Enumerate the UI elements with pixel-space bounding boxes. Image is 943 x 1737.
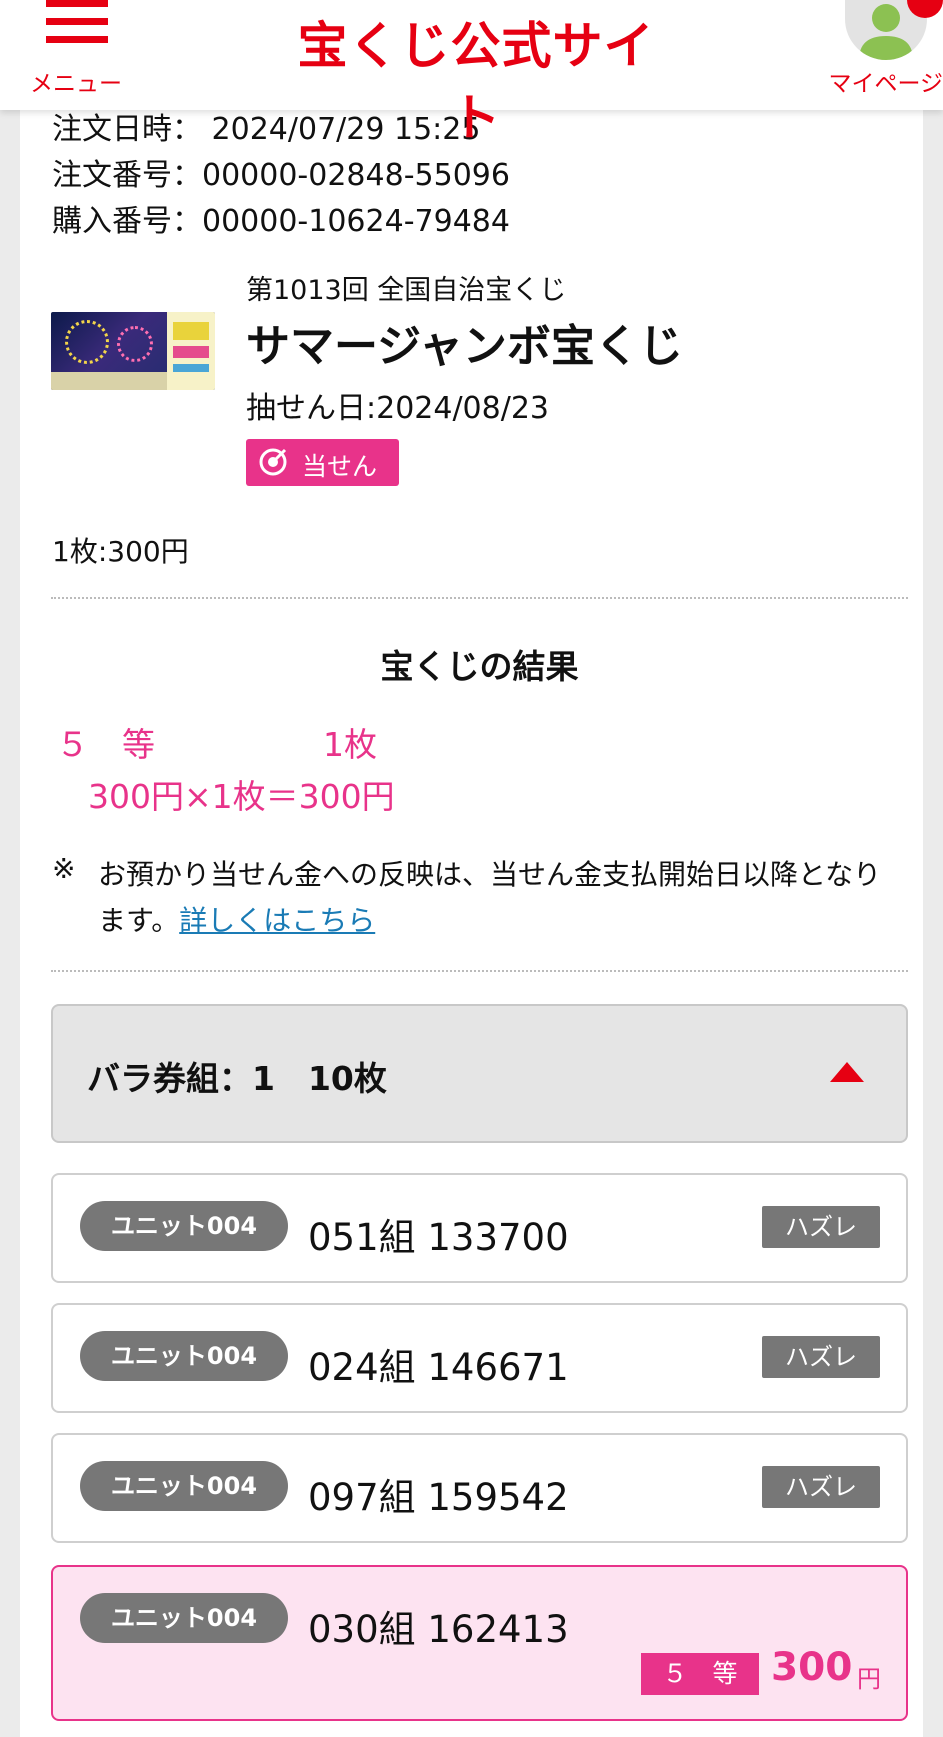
note: お預かり当せん金への反映は、当せん金支払開始日以降となります。詳しくはこちら (98, 852, 903, 944)
result-title: 宝くじの結果 (380, 647, 579, 686)
win-status-label: 当せん (302, 452, 378, 481)
ticket-price: 1枚:300円 (52, 535, 189, 568)
ticket-group-label[interactable]: バラ券組：1 10枚 (87, 1052, 387, 1100)
purchase-number-label: 購入番号： (52, 204, 202, 239)
purchase-number-value: 00000-10624-79484 (202, 204, 510, 239)
divider (51, 597, 908, 599)
lose-badge: ハズレ (762, 1466, 880, 1508)
hamburger-icon[interactable] (46, 0, 108, 46)
lose-badge: ハズレ (762, 1206, 880, 1248)
ticket-row: ユニット004 097組 159542 ハズレ (51, 1433, 908, 1543)
purchase-number: 購入番号：00000-10624-79484 (52, 196, 510, 240)
result-grade: ５ 等 (56, 725, 155, 764)
prize-amount: 300 (771, 1645, 853, 1690)
unit-badge: ユニット004 (80, 1201, 288, 1251)
win-status-badge: 当せん (246, 439, 399, 486)
result-calculation: 300円×1枚＝300円 (88, 777, 395, 816)
order-number-value: 00000-02848-55096 (202, 158, 510, 193)
order-number-label: 注文番号： (52, 158, 202, 193)
prize-unit: 円 (857, 1665, 881, 1693)
details-link[interactable]: 詳しくはこちら (179, 904, 375, 937)
order-datetime-label: 注文日時： (52, 112, 202, 147)
result-count: 1枚 (323, 725, 377, 764)
order-datetime: 注文日時： 2024/07/29 15:25 (52, 104, 480, 148)
lottery-ticket-image (51, 312, 215, 390)
unit-badge: ユニット004 (80, 1461, 288, 1511)
lottery-issue: 第1013回 全国自治宝くじ (246, 275, 567, 306)
mypage-label[interactable]: マイページ (813, 64, 943, 98)
ticket-number: 097組 159542 (308, 1476, 569, 1519)
ticket-row: ユニット004 024組 146671 ハズレ (51, 1303, 908, 1413)
prize-grade-badge: ５ 等 (641, 1653, 759, 1695)
unit-badge: ユニット004 (80, 1331, 288, 1381)
note-mark: ※ (52, 852, 76, 885)
ticket-number: 051組 133700 (308, 1216, 569, 1259)
ticket-number: 024組 146671 (308, 1346, 569, 1389)
ticket-number: 030組 162413 (308, 1608, 569, 1651)
order-datetime-value: 2024/07/29 15:25 (211, 112, 481, 147)
site-header: メニュー 宝くじ公式サイト マイページ (0, 0, 943, 147)
lottery-name: サマージャンボ宝くじ (246, 321, 683, 372)
site-logo[interactable]: 宝くじ公式サイト (276, 6, 676, 147)
mypage-button[interactable]: マイページ (813, 0, 943, 100)
draw-date: 抽せん日:2024/08/23 (246, 391, 550, 426)
order-number: 注文番号：00000-02848-55096 (52, 150, 510, 194)
ticket-row: ユニット004 051組 133700 ハズレ (51, 1173, 908, 1283)
target-icon (259, 448, 287, 476)
menu-button[interactable]: メニュー (24, 0, 128, 98)
unit-badge: ユニット004 (80, 1593, 288, 1643)
menu-label[interactable]: メニュー (24, 64, 128, 98)
ticket-group-header[interactable]: バラ券組：1 10枚 (51, 1004, 908, 1143)
divider (51, 970, 908, 972)
lose-badge: ハズレ (762, 1336, 880, 1378)
ticket-row-winning: ユニット004 030組 162413 ５ 等 300 円 (51, 1565, 908, 1721)
collapse-caret-icon[interactable] (830, 1062, 864, 1082)
